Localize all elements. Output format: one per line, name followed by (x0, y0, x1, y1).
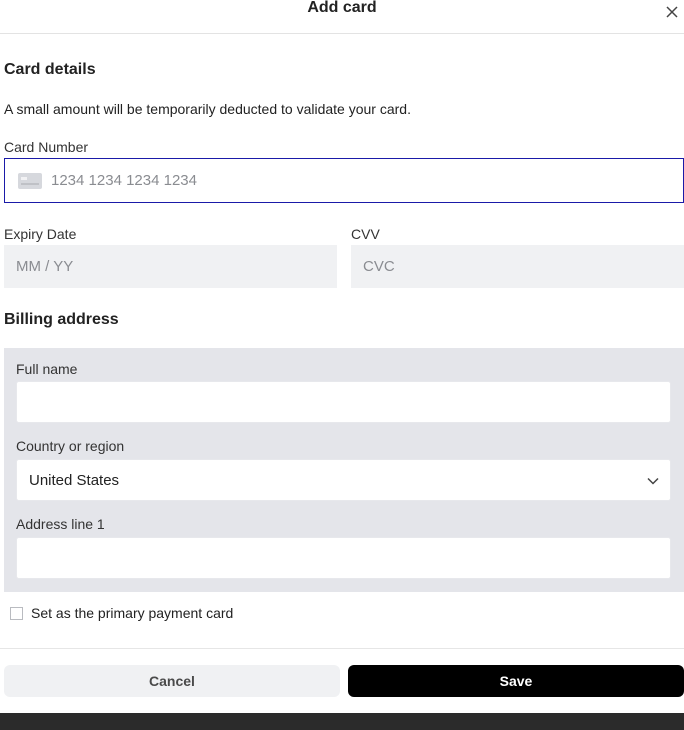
expiry-date-label: Expiry Date (4, 226, 77, 242)
card-number-field (4, 158, 684, 203)
country-label: Country or region (16, 438, 125, 454)
expiry-date-input[interactable] (4, 245, 337, 288)
close-icon (666, 6, 678, 18)
close-button[interactable] (664, 4, 680, 20)
billing-address-panel: Full name Country or region United State… (4, 348, 684, 592)
dialog-header: Add card (0, 0, 684, 34)
full-name-input[interactable] (16, 381, 671, 423)
country-select[interactable]: United States (16, 459, 671, 501)
cvv-input[interactable] (351, 245, 684, 288)
billing-address-heading: Billing address (4, 311, 119, 328)
dialog-title: Add card (307, 0, 377, 16)
bottom-bar (0, 713, 684, 730)
address-line1-label: Address line 1 (16, 516, 105, 532)
cancel-button[interactable]: Cancel (4, 665, 340, 697)
address-line1-input[interactable] (16, 537, 671, 579)
full-name-label: Full name (16, 361, 78, 377)
card-number-label: Card Number (4, 139, 89, 155)
card-details-heading: Card details (4, 61, 96, 78)
chevron-down-icon (647, 477, 659, 485)
credit-card-icon (18, 172, 42, 189)
country-selected-value: United States (29, 471, 120, 489)
cvv-label: CVV (351, 226, 380, 242)
primary-card-option: Set as the primary payment card (10, 605, 233, 621)
footer-divider (0, 648, 684, 649)
save-button[interactable]: Save (348, 665, 684, 697)
card-number-input[interactable] (51, 172, 683, 189)
primary-card-checkbox[interactable] (10, 606, 23, 620)
card-validation-description: A small amount will be temporarily deduc… (4, 101, 411, 117)
primary-card-label[interactable]: Set as the primary payment card (31, 605, 233, 621)
